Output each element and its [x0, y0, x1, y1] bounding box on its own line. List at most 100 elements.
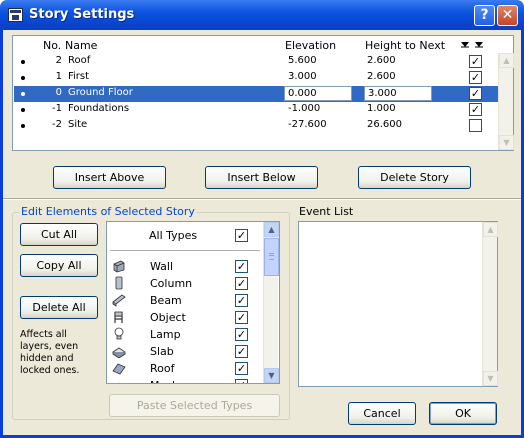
story-number: 2: [55, 55, 62, 66]
element-type-checkbox[interactable]: ✓: [235, 311, 248, 324]
scroll-up-button[interactable]: ▲: [499, 53, 514, 68]
bullet-icon: [21, 124, 25, 128]
story-number: 1: [55, 71, 62, 82]
bullet-icon: [21, 92, 25, 96]
story-height[interactable]: 2.600: [367, 71, 396, 82]
help-button[interactable]: ?: [474, 5, 495, 26]
app-icon: [8, 8, 23, 22]
all-types-row[interactable]: All Types ✓: [107, 227, 263, 244]
story-number: -1: [52, 103, 62, 114]
event-scroll-up-button[interactable]: ▲: [483, 222, 498, 237]
show-column-arrows-icon[interactable]: [461, 42, 487, 48]
ok-button[interactable]: OK: [429, 402, 497, 425]
element-type-row[interactable]: Beam ✓: [107, 292, 263, 309]
elevation-field[interactable]: 0.000: [284, 86, 352, 101]
column-header-elevation[interactable]: Elevation: [285, 39, 336, 52]
element-type-row[interactable]: Mesh ✓: [107, 377, 263, 383]
element-type-label: Lamp: [150, 328, 181, 341]
delete-story-button[interactable]: Delete Story: [358, 166, 471, 189]
element-type-label: Beam: [150, 294, 182, 307]
story-table[interactable]: No. Name Elevation Height to Next 2 Roof 5…: [12, 35, 514, 151]
wall-icon: [113, 260, 125, 273]
element-type-checkbox[interactable]: ✓: [235, 345, 248, 358]
insert-above-button[interactable]: Insert Above: [53, 166, 166, 189]
element-type-row[interactable]: Roof ✓: [107, 360, 263, 377]
column-header-no[interactable]: No.: [43, 39, 61, 52]
column-header-height[interactable]: Height to Next: [365, 39, 445, 52]
element-type-label: Column: [150, 277, 193, 290]
copy-all-button[interactable]: Copy All: [20, 254, 98, 277]
story-elevation[interactable]: -1.000: [288, 103, 320, 114]
event-list[interactable]: ▲ ▼: [298, 221, 498, 387]
cancel-button[interactable]: Cancel: [348, 402, 416, 425]
delete-all-button[interactable]: Delete All: [20, 296, 98, 319]
element-type-row[interactable]: Object ✓: [107, 309, 263, 326]
scroll-down-button[interactable]: ▼: [499, 135, 514, 150]
element-type-row[interactable]: Lamp ✓: [107, 326, 263, 343]
column-header-name[interactable]: Name: [65, 39, 97, 52]
story-row[interactable]: 1 First 3.000 2.600 ✓: [14, 70, 498, 86]
story-row[interactable]: -1 Foundations -1.000 1.000 ✓: [14, 102, 498, 118]
title-bar[interactable]: Story Settings ? ✕: [0, 0, 524, 30]
all-types-checkbox[interactable]: ✓: [235, 229, 248, 242]
story-row[interactable]: 2 Roof 5.600 2.600 ✓: [14, 54, 498, 70]
object-icon: [114, 311, 123, 323]
story-number: 0: [55, 87, 62, 98]
paste-selected-types-button[interactable]: Paste Selected Types: [109, 394, 280, 417]
element-type-row[interactable]: Slab ✓: [107, 343, 263, 360]
story-table-scrollbar[interactable]: ▲ ▼: [498, 53, 514, 150]
story-name[interactable]: Site: [68, 119, 87, 130]
list-separator: [110, 250, 260, 251]
story-name[interactable]: First: [68, 71, 89, 82]
element-type-row[interactable]: Wall ✓: [107, 258, 263, 275]
story-show-checkbox[interactable]: ✓: [469, 103, 482, 116]
event-list-label: Event List: [299, 205, 354, 218]
story-show-checkbox[interactable]: ✓: [469, 71, 482, 84]
story-number: -2: [52, 119, 62, 130]
event-scroll-down-button[interactable]: ▼: [483, 371, 498, 386]
element-type-checkbox[interactable]: ✓: [235, 328, 248, 341]
element-type-label: Roof: [150, 362, 175, 375]
story-show-checkbox[interactable]: ✓: [469, 87, 482, 100]
types-scroll-thumb[interactable]: [264, 238, 279, 276]
roof-icon: [112, 363, 126, 375]
slab-icon: [112, 347, 126, 358]
height-field[interactable]: 3.000: [364, 86, 432, 101]
story-row[interactable]: -2 Site -27.600 26.600: [14, 118, 498, 134]
bullet-icon: [21, 108, 25, 112]
close-button[interactable]: ✕: [497, 5, 518, 26]
story-elevation[interactable]: -27.600: [288, 119, 327, 130]
story-height[interactable]: 26.600: [367, 119, 402, 130]
story-name[interactable]: Foundations: [68, 103, 129, 114]
cut-all-button[interactable]: Cut All: [20, 223, 98, 246]
element-types-list[interactable]: All Types ✓ Wall ✓ Column ✓ Beam ✓ Object ✓ Lamp…: [106, 221, 280, 384]
column-icon: [115, 276, 123, 290]
story-show-checkbox[interactable]: [469, 119, 482, 132]
story-elevation[interactable]: 5.600: [288, 55, 317, 66]
story-name[interactable]: Ground Floor: [68, 87, 133, 98]
element-type-checkbox[interactable]: ✓: [235, 362, 248, 375]
element-type-checkbox[interactable]: ✓: [235, 277, 248, 290]
story-height[interactable]: 2.600: [367, 55, 396, 66]
lamp-icon: [114, 327, 124, 340]
event-list-scrollbar[interactable]: ▲ ▼: [482, 222, 498, 386]
story-elevation[interactable]: 3.000: [288, 71, 317, 82]
separator: [3, 198, 521, 200]
insert-below-button[interactable]: Insert Below: [205, 166, 318, 189]
element-type-label: Slab: [150, 345, 174, 358]
story-row[interactable]: 0 Ground Floor 0.000 3.000 ✓: [14, 86, 498, 102]
types-list-scrollbar[interactable]: ▲ ▼: [263, 222, 279, 383]
all-types-label: All Types: [149, 229, 198, 242]
story-show-checkbox[interactable]: ✓: [469, 55, 482, 68]
story-height[interactable]: 1.000: [367, 103, 396, 114]
element-type-label: Mesh: [150, 379, 179, 383]
element-type-checkbox[interactable]: ✓: [235, 260, 248, 273]
types-scroll-down-button[interactable]: ▼: [264, 368, 279, 383]
element-type-checkbox[interactable]: ✓: [235, 294, 248, 307]
dialog-client-area: No. Name Elevation Height to Next 2 Roof 5…: [3, 30, 521, 435]
story-name[interactable]: Roof: [68, 55, 90, 66]
element-type-checkbox[interactable]: ✓: [235, 379, 248, 383]
affects-note: Affects all layers, even hidden and lock…: [20, 329, 80, 376]
types-scroll-up-button[interactable]: ▲: [264, 222, 279, 237]
element-type-row[interactable]: Column ✓: [107, 275, 263, 292]
